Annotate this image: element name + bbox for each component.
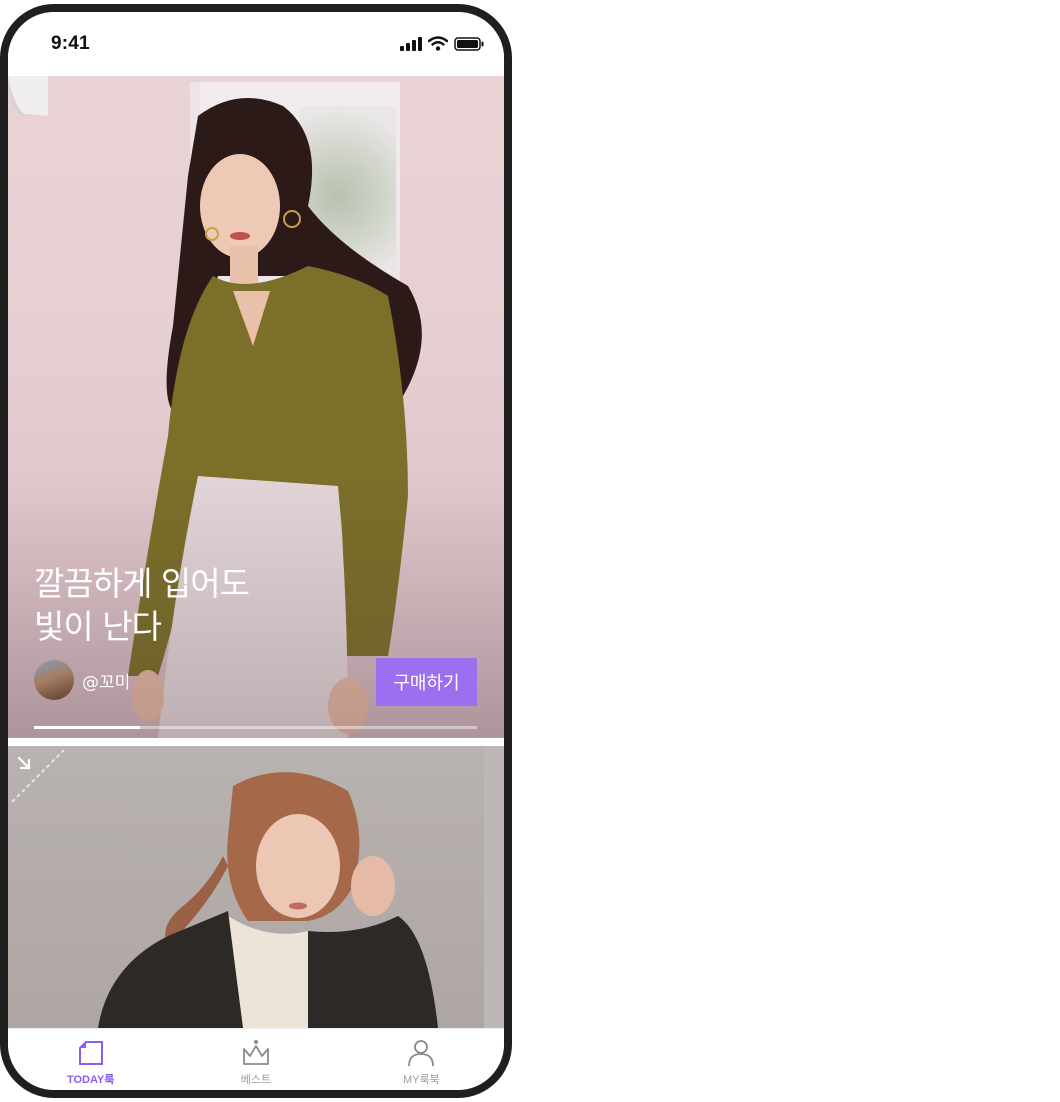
look-title: 깔끔하게 입어도 빛이 난다: [34, 562, 334, 648]
story-progress-fill: [34, 726, 141, 729]
author-info[interactable]: @꼬미: [34, 660, 130, 700]
phone-frame: 9:41 깔끔하게 입어도 빛이 난다 @꼬미 구매하기 TODAY룩 베스트 …: [0, 4, 512, 1098]
buy-button[interactable]: 구매하기: [376, 658, 477, 706]
page-icon: [78, 1041, 103, 1065]
story-progress-bar: [34, 726, 477, 729]
look-title-line-2: 빛이 난다: [34, 607, 162, 646]
person-icon: [408, 1040, 435, 1067]
signal-icon: [400, 36, 422, 51]
tab-my-lookbook[interactable]: MY룩북: [339, 1029, 504, 1090]
status-icons: [400, 36, 484, 51]
look-title-line-1: 깔끔하게 입어도: [34, 564, 250, 603]
wifi-icon: [428, 36, 448, 51]
tab-today[interactable]: TODAY룩: [8, 1029, 173, 1090]
author-name[interactable]: @꼬미: [82, 668, 130, 693]
tab-label-today: TODAY룩: [66, 1074, 115, 1086]
tab-bar: TODAY룩 베스트 MY룩북: [8, 1028, 504, 1090]
tab-label-my-lookbook: MY룩북: [402, 1074, 440, 1086]
app-screen: 9:41 깔끔하게 입어도 빛이 난다 @꼬미 구매하기 TODAY룩 베스트 …: [8, 12, 504, 1090]
look-photo-next: [98, 772, 438, 1028]
corner-expand-icon[interactable]: [8, 746, 78, 816]
battery-icon: [454, 36, 484, 51]
look-card-next[interactable]: [8, 746, 504, 1028]
tab-label-best: 베스트: [240, 1074, 272, 1086]
card-edge: [484, 746, 504, 1028]
page-curl-icon[interactable]: [8, 76, 48, 116]
tab-best[interactable]: 베스트: [173, 1029, 338, 1090]
status-time: 9:41: [51, 33, 90, 54]
crown-icon: [243, 1040, 269, 1065]
avatar[interactable]: [34, 660, 74, 700]
status-bar: 9:41: [8, 12, 504, 76]
look-card[interactable]: 깔끔하게 입어도 빛이 난다 @꼬미 구매하기: [8, 76, 504, 738]
